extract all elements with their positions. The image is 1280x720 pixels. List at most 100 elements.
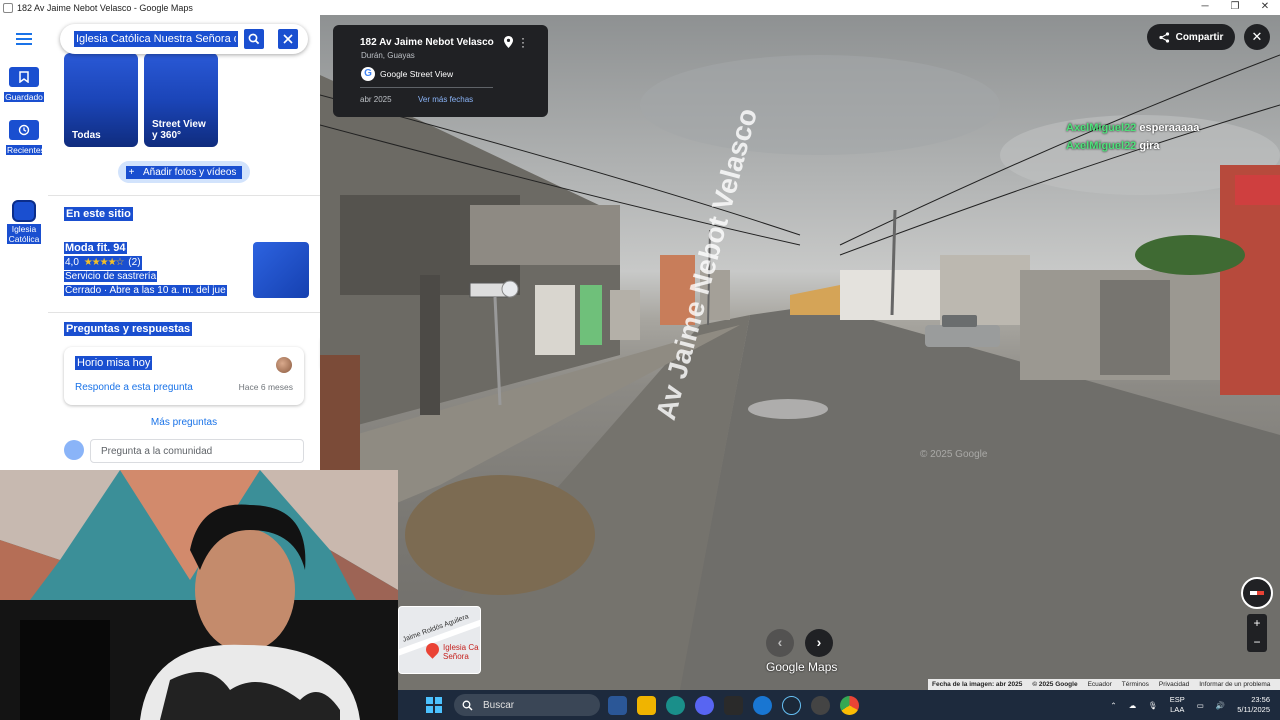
language-indicator[interactable]: ESP LAA — [1170, 695, 1185, 715]
business-photo[interactable] — [253, 242, 309, 298]
left-rail: Guardado Recientes Iglesia Católica — [0, 15, 48, 470]
clock-time: 23:56 — [1251, 695, 1270, 704]
minimize-button[interactable]: ─ — [1190, 0, 1220, 15]
menu-icon[interactable] — [16, 33, 32, 45]
question-card[interactable]: Horio misa hoy Responde a esta pregunta … — [64, 347, 304, 405]
app-icon — [3, 2, 13, 13]
epic-games-icon[interactable] — [724, 695, 743, 715]
search-button[interactable] — [244, 29, 264, 49]
search-icon — [462, 700, 473, 710]
place-thumbnail-icon — [12, 200, 36, 222]
search-icon — [248, 33, 260, 45]
language-code: ESP — [1169, 695, 1185, 704]
taskbar-search[interactable]: Buscar — [454, 694, 600, 716]
zoom-in-button[interactable]: + — [1247, 614, 1267, 633]
rail-item-place[interactable]: Iglesia Católica — [0, 200, 48, 247]
clock-date: 5/11/2025 — [1237, 705, 1270, 714]
photo-tile-streetview[interactable]: Street View y 360° — [144, 53, 218, 147]
previous-button[interactable]: ‹ — [766, 629, 794, 657]
business-name[interactable]: Moda fit. 94 — [64, 242, 127, 254]
chat-message: AxelMiguel22 esperaaaaa — [1066, 122, 1199, 134]
provider-label: Google Street View — [380, 69, 454, 79]
share-button[interactable]: Compartir — [1147, 24, 1235, 50]
zoom-out-button[interactable]: − — [1247, 633, 1267, 652]
webcam-scene — [0, 470, 398, 720]
photo-tile-all[interactable]: Todas — [64, 53, 138, 147]
review-count[interactable]: (2) — [127, 257, 141, 268]
file-explorer-icon[interactable] — [637, 695, 656, 715]
business-hours: Cerrado · Abre a las 10 a. m. del jue — [64, 285, 227, 296]
footer-copyright: © 2025 Google — [1032, 681, 1078, 688]
windows-start-icon[interactable] — [426, 697, 442, 713]
rail-item-recents[interactable]: Recientes — [0, 120, 48, 158]
footer-privacy[interactable]: Privacidad — [1159, 681, 1189, 688]
google-logo-icon: G — [361, 67, 375, 81]
more-questions-link[interactable]: Más preguntas — [48, 417, 320, 428]
zoom-control: + − — [1247, 614, 1267, 652]
pin-icon[interactable] — [504, 36, 513, 48]
answer-question-link[interactable]: Responde a esta pregunta — [75, 382, 193, 393]
photo-tile-label: Todas — [72, 130, 101, 141]
photo-tile-label: Street View y 360° — [152, 119, 206, 141]
word-icon[interactable] — [608, 695, 627, 715]
taskbar: Buscar ⌃ ☁ 🎙 ESP LAA ▭ 🔊 23:56 5/11/2025 — [398, 690, 1280, 720]
more-options-icon[interactable]: · · · — [521, 32, 525, 52]
search-input[interactable] — [74, 31, 238, 47]
steam-icon[interactable] — [782, 695, 801, 715]
footer-report[interactable]: Informar de un problema — [1199, 681, 1270, 688]
cloud-icon[interactable]: ☁ — [1129, 701, 1137, 710]
next-button[interactable]: › — [805, 629, 833, 657]
network-icon[interactable]: ▭ — [1197, 701, 1204, 710]
question-age: Hace 6 meses — [238, 382, 293, 392]
place-panel: Todas Street View y 360° + Añadir fotos … — [48, 15, 320, 470]
chat-text: gira — [1139, 140, 1160, 152]
location-info-card: 182 Av Jaime Nebot Velasco Durán, Guayas… — [333, 25, 548, 117]
divider — [360, 87, 493, 88]
rail-item-saved[interactable]: Guardado — [0, 67, 48, 105]
more-dates-link[interactable]: Ver más fechas — [418, 95, 473, 104]
clock[interactable]: 23:56 5/11/2025 — [1237, 695, 1270, 715]
volume-icon[interactable]: 🔊 — [1216, 701, 1225, 710]
divider — [48, 195, 320, 196]
edge-icon[interactable] — [666, 695, 685, 715]
microphone-icon[interactable]: 🎙 — [1148, 701, 1158, 710]
share-label: Compartir — [1175, 31, 1224, 43]
section-title-on-site: En este sitio — [64, 207, 133, 221]
footer-terms[interactable]: Términos — [1122, 681, 1149, 688]
keyboard-layout: LAA — [1170, 705, 1185, 714]
close-streetview-button[interactable]: ✕ — [1244, 24, 1270, 50]
discord-icon[interactable] — [695, 695, 714, 715]
close-icon — [283, 34, 293, 44]
maximize-button[interactable]: ❐ — [1220, 0, 1250, 15]
obs-icon[interactable] — [811, 695, 830, 715]
minimap[interactable]: Jaime Roldós Aguilera Iglesia Ca Señora — [398, 606, 481, 674]
user-avatar — [64, 440, 84, 460]
taskbar-apps — [608, 695, 859, 715]
system-tray: ⌃ ☁ 🎙 ESP LAA ▭ 🔊 23:56 5/11/2025 — [1110, 690, 1270, 720]
history-icon — [9, 120, 39, 140]
business-listing[interactable]: Moda fit. 94 4,0 ★★★★☆ (2) Servicio de s… — [64, 241, 227, 298]
rail-label-recents: Recientes — [6, 145, 45, 155]
window-title: 182 Av Jaime Nebot Velasco - Google Maps — [17, 2, 193, 13]
copyright-watermark: © 2025 Google — [920, 449, 988, 460]
compass-icon[interactable] — [1241, 577, 1273, 609]
chrome-icon[interactable] — [840, 695, 859, 715]
rail-label-place: Iglesia Católica — [7, 224, 41, 244]
clear-search-button[interactable] — [278, 29, 298, 49]
footer-country[interactable]: Ecuador — [1088, 681, 1112, 688]
close-window-button[interactable]: ✕ — [1250, 0, 1280, 15]
rail-label-saved: Guardado — [4, 92, 44, 102]
ask-community-input[interactable]: Pregunta a la comunidad — [90, 439, 304, 463]
divider — [48, 312, 320, 313]
minimap-place-label: Iglesia Ca Señora — [443, 643, 479, 661]
question-text: Horio misa hoy — [75, 356, 153, 370]
window-titlebar: 182 Av Jaime Nebot Velasco - Google Maps… — [0, 0, 1280, 15]
webcam-overlay — [0, 470, 398, 720]
image-date: Fecha de la imagen: abr 2025 — [932, 681, 1023, 688]
add-photos-label: + Añadir fotos y vídeos — [125, 165, 243, 179]
location-address: 182 Av Jaime Nebot Velasco — [360, 37, 494, 48]
chevron-up-icon[interactable]: ⌃ — [1110, 701, 1116, 710]
business-rating: 4,0 — [65, 257, 79, 268]
app-icon[interactable] — [753, 695, 772, 715]
add-photos-button[interactable]: + Añadir fotos y vídeos — [118, 161, 250, 183]
